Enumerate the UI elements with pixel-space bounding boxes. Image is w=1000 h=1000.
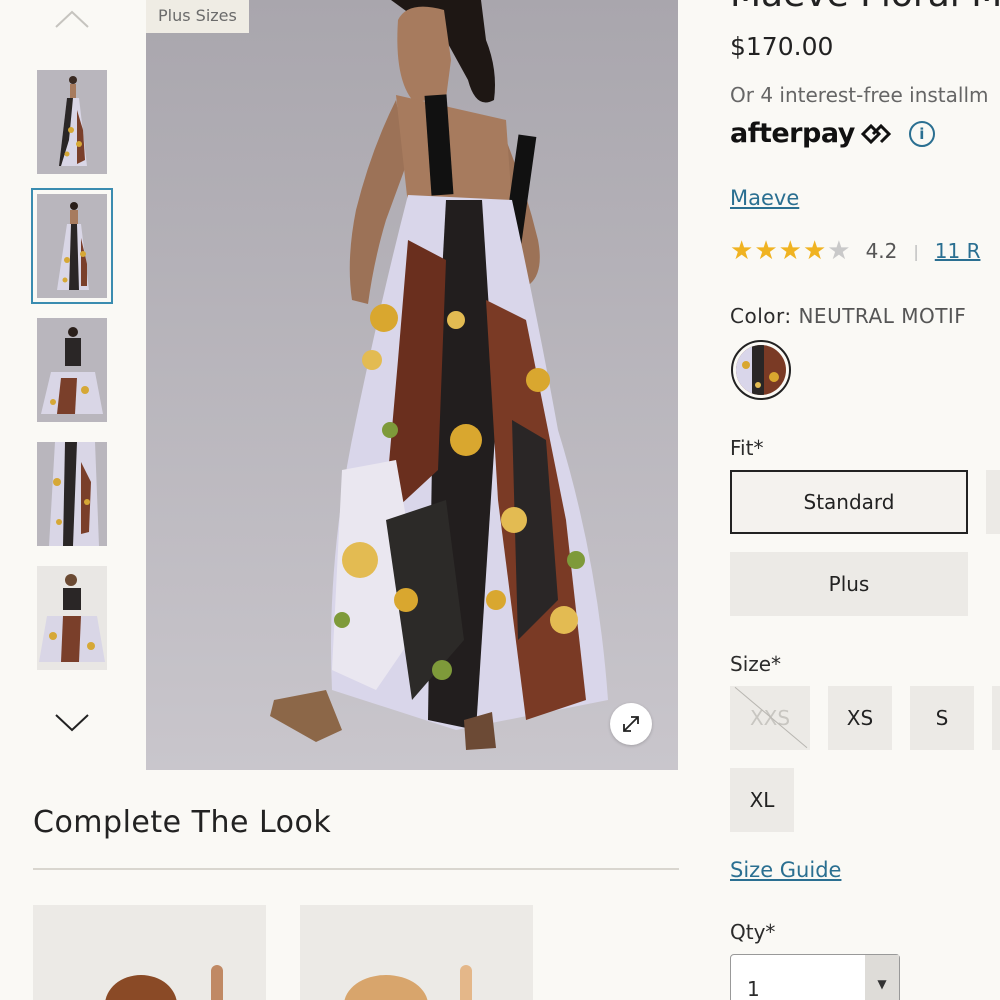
- thumbnail-5[interactable]: [37, 566, 107, 670]
- complete-the-look-item-1[interactable]: [33, 905, 266, 1000]
- qty-label: Qty*: [730, 920, 776, 944]
- color-swatch-neutral-motif[interactable]: [731, 340, 791, 400]
- star-icon: ★: [778, 236, 802, 266]
- main-product-image[interactable]: Plus Sizes: [146, 0, 678, 770]
- product-title: Maeve Floral M: [730, 0, 1000, 15]
- brown-sandal-image: [33, 905, 266, 1000]
- unavailable-strike: [734, 686, 808, 749]
- reviews-link[interactable]: 11 R: [935, 239, 981, 263]
- rating-row[interactable]: ★ ★ ★ ★ ★ 4.2 | 11 R: [730, 238, 980, 264]
- tan-sandal-image: [300, 905, 533, 1000]
- thumbnail-3[interactable]: [37, 318, 107, 422]
- fit-label: Fit*: [730, 436, 764, 460]
- size-xs-button[interactable]: XS: [828, 686, 892, 750]
- color-label: Color:: [730, 304, 792, 328]
- afterpay-logo: afterpay: [730, 118, 855, 149]
- chevron-up-icon: [55, 10, 89, 28]
- product-page: Plus Sizes Complete The Look Maeve Flora…: [0, 0, 1000, 1000]
- plus-sizes-badge: Plus Sizes: [146, 0, 249, 33]
- size-guide-link[interactable]: Size Guide: [730, 858, 841, 882]
- afterpay-arrows-icon: [860, 123, 891, 144]
- color-label-row: Color: NEUTRAL MOTIF: [730, 304, 966, 328]
- expand-icon: [623, 716, 639, 732]
- star-icon: ★: [730, 236, 754, 266]
- dress-seated-thumbnail-image: [37, 318, 107, 422]
- size-xl-button[interactable]: XL: [730, 768, 794, 832]
- complete-the-look-heading: Complete The Look: [33, 805, 332, 840]
- thumbnail-scroll-up-button[interactable]: [52, 4, 92, 34]
- brand-link[interactable]: Maeve: [730, 186, 799, 210]
- qty-select[interactable]: 1 ▼: [730, 954, 900, 1000]
- dress-front-thumbnail-image: [37, 70, 107, 174]
- size-xxs-button-unavailable[interactable]: XXS: [730, 686, 810, 750]
- info-icon[interactable]: i: [908, 120, 935, 147]
- chevron-down-icon: [55, 714, 89, 732]
- dress-side-thumbnail-image: [37, 442, 107, 546]
- fit-option-partial[interactable]: [986, 470, 1000, 534]
- thumbnail-4[interactable]: [37, 442, 107, 546]
- star-icon: ★: [754, 236, 778, 266]
- size-s-button[interactable]: S: [910, 686, 974, 750]
- size-option-partial[interactable]: [992, 686, 1000, 750]
- star-icon: ★: [827, 236, 851, 266]
- thumbnail-scroll-down-button[interactable]: [52, 708, 92, 738]
- dropdown-caret-icon: ▼: [865, 955, 899, 1000]
- swatch-pattern-image: [736, 345, 786, 395]
- model-wearing-floral-maxi-dress-image: [146, 0, 678, 770]
- thumbnail-1[interactable]: [37, 70, 107, 174]
- product-price: $170.00: [730, 32, 834, 61]
- star-icon: ★: [802, 236, 827, 266]
- installments-text: Or 4 interest-free installm: [730, 83, 989, 107]
- fit-standard-button[interactable]: Standard: [730, 470, 968, 534]
- afterpay-row: afterpay i: [730, 118, 935, 149]
- dress-back-thumbnail-image: [37, 194, 107, 298]
- expand-image-button[interactable]: [610, 703, 652, 745]
- size-label: Size*: [730, 652, 782, 676]
- qty-value: 1: [747, 977, 760, 1000]
- fit-plus-button[interactable]: Plus: [730, 552, 968, 616]
- complete-the-look-item-2[interactable]: [300, 905, 533, 1000]
- rating-separator: |: [913, 241, 919, 261]
- dress-plus-model-thumbnail-image: [37, 566, 107, 670]
- thumbnail-2[interactable]: [31, 188, 113, 304]
- rating-value: 4.2: [865, 239, 898, 263]
- section-divider: [33, 868, 679, 870]
- color-value: NEUTRAL MOTIF: [798, 304, 967, 328]
